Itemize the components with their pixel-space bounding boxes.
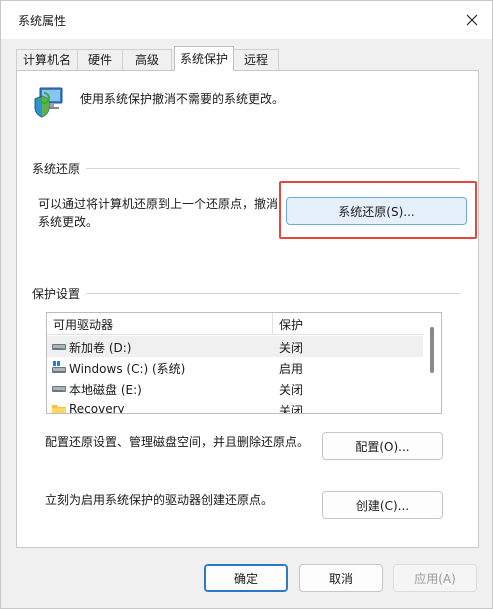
drive-icon [52, 382, 66, 395]
apply-button[interactable]: 应用(A) [393, 564, 477, 592]
scrollbar-thumb[interactable] [430, 327, 434, 373]
list-item[interactable]: 本地磁盘 (E:) 关闭 [47, 378, 423, 399]
list-header: 可用驱动器 保护 [47, 313, 427, 335]
col-header-drive[interactable]: 可用驱动器 [53, 316, 113, 333]
system-restore-button[interactable]: 系统还原(S)... [286, 197, 467, 225]
drive-list[interactable]: 可用驱动器 保护 新加卷 (D:) 关闭 Windows (C:) (系统) 启… [46, 312, 442, 414]
group-divider [32, 168, 460, 169]
list-item[interactable]: Recovery 关闭 [47, 399, 423, 413]
list-scrollbar[interactable] [424, 313, 441, 413]
tab-strip: 计算机名 硬件 高级 系统保护 远程 [16, 46, 486, 71]
create-button[interactable]: 创建(C)... [322, 491, 443, 519]
computer-shield-icon [31, 85, 65, 119]
restore-heading: 系统还原 [32, 160, 87, 177]
restore-description: 可以通过将计算机还原到上一个还原点，撤消 系统更改。 [38, 197, 279, 229]
drive-icon [52, 340, 66, 353]
list-item[interactable]: 新加卷 (D:) 关闭 [47, 336, 423, 357]
tab-hardware[interactable]: 硬件 [77, 49, 123, 71]
create-description: 立刻为启用系统保护的驱动器创建还原点。 [45, 493, 274, 507]
list-item[interactable]: Windows (C:) (系统) 启用 [47, 357, 423, 378]
column-separator [272, 313, 273, 335]
tab-system-protection[interactable]: 系统保护 [174, 46, 234, 71]
tab-computer-name[interactable]: 计算机名 [16, 49, 78, 71]
group-divider [32, 293, 460, 294]
system-protection-panel: 使用系统保护撤消不需要的系统更改。 系统还原 可以通过将计算机还原到上一个还原点… [16, 70, 479, 548]
close-icon [466, 14, 478, 26]
configure-description: 配置还原设置、管理磁盘空间，并且删除还原点。 [45, 435, 310, 449]
protection-heading: 保护设置 [32, 285, 87, 302]
tab-advanced[interactable]: 高级 [122, 49, 172, 71]
title-bar: 系统属性 [1, 1, 492, 39]
system-properties-dialog: 系统属性 计算机名 硬件 高级 系统保护 远程 使用系统保护撤消不需要的系统更改… [0, 0, 493, 609]
system-drive-icon [52, 361, 66, 374]
window-title: 系统属性 [18, 14, 67, 28]
ok-button[interactable]: 确定 [204, 564, 288, 592]
cancel-button[interactable]: 取消 [299, 564, 383, 592]
tab-remote[interactable]: 远程 [233, 49, 279, 71]
close-button[interactable] [458, 7, 486, 33]
intro-text: 使用系统保护撤消不需要的系统更改。 [80, 92, 285, 106]
col-header-protection[interactable]: 保护 [279, 316, 303, 333]
configure-button[interactable]: 配置(O)... [322, 432, 443, 460]
folder-icon [52, 403, 66, 413]
